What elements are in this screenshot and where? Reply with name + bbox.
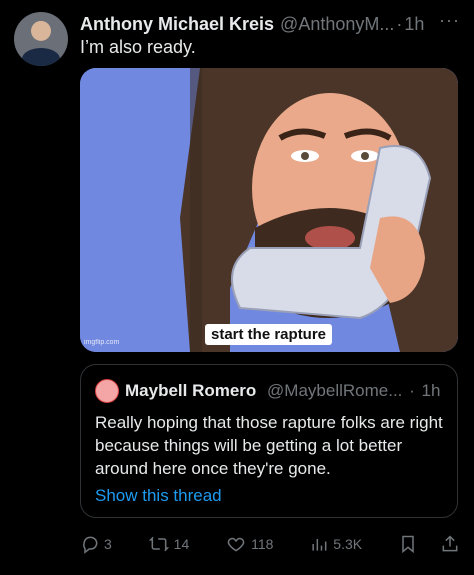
reply-count: 3 xyxy=(104,536,112,552)
quoted-tweet[interactable]: Maybell Romero @MaybellRome... · 1h Real… xyxy=(80,364,458,518)
meme-illustration xyxy=(80,68,458,352)
retweet-count: 14 xyxy=(173,536,190,552)
share-icon[interactable] xyxy=(440,534,460,554)
separator-dot: · xyxy=(396,13,403,34)
reply-icon xyxy=(83,536,98,554)
like-count: 118 xyxy=(251,536,274,552)
views-button[interactable]: 5.3K xyxy=(309,534,362,554)
more-options-icon[interactable]: ··· xyxy=(439,10,460,31)
views-icon xyxy=(312,539,327,551)
reply-button[interactable]: 3 xyxy=(80,534,112,554)
bookmark-icon[interactable] xyxy=(398,534,418,554)
tweet-media[interactable]: start the rapture imgflip.com xyxy=(80,68,458,352)
quoted-author-handle[interactable]: @MaybellRome... xyxy=(267,381,402,400)
meme-caption: start the rapture xyxy=(205,324,333,345)
quoted-tweet-text: Really hoping that those rapture folks a… xyxy=(95,413,443,478)
tweet-actions: 3 14 118 5.3K xyxy=(80,530,460,558)
tweet-time[interactable]: 1h xyxy=(404,14,424,35)
quoted-author-name[interactable]: Maybell Romero xyxy=(125,381,256,400)
author-name[interactable]: Anthony Michael Kreis xyxy=(80,14,274,35)
view-count: 5.3K xyxy=(333,536,363,552)
quoted-tweet-time[interactable]: 1h xyxy=(422,381,441,400)
tweet-header: Anthony Michael Kreis @AnthonyM... · 1h xyxy=(80,12,460,36)
author-avatar[interactable] xyxy=(14,12,68,66)
quoted-separator-dot: · xyxy=(409,381,415,400)
retweet-button[interactable]: 14 xyxy=(148,534,190,554)
author-handle[interactable]: @AnthonyM... xyxy=(280,14,394,35)
like-button[interactable]: 118 xyxy=(225,534,273,554)
meme-watermark: imgflip.com xyxy=(84,339,120,346)
quoted-tweet-header: Maybell Romero @MaybellRome... · 1h xyxy=(125,381,440,401)
heart-icon xyxy=(227,537,245,552)
quoted-author-avatar[interactable] xyxy=(95,379,119,403)
tweet-text: I’m also ready. xyxy=(80,37,196,57)
retweet-icon xyxy=(148,536,169,552)
show-thread-link[interactable]: Show this thread xyxy=(95,486,222,506)
